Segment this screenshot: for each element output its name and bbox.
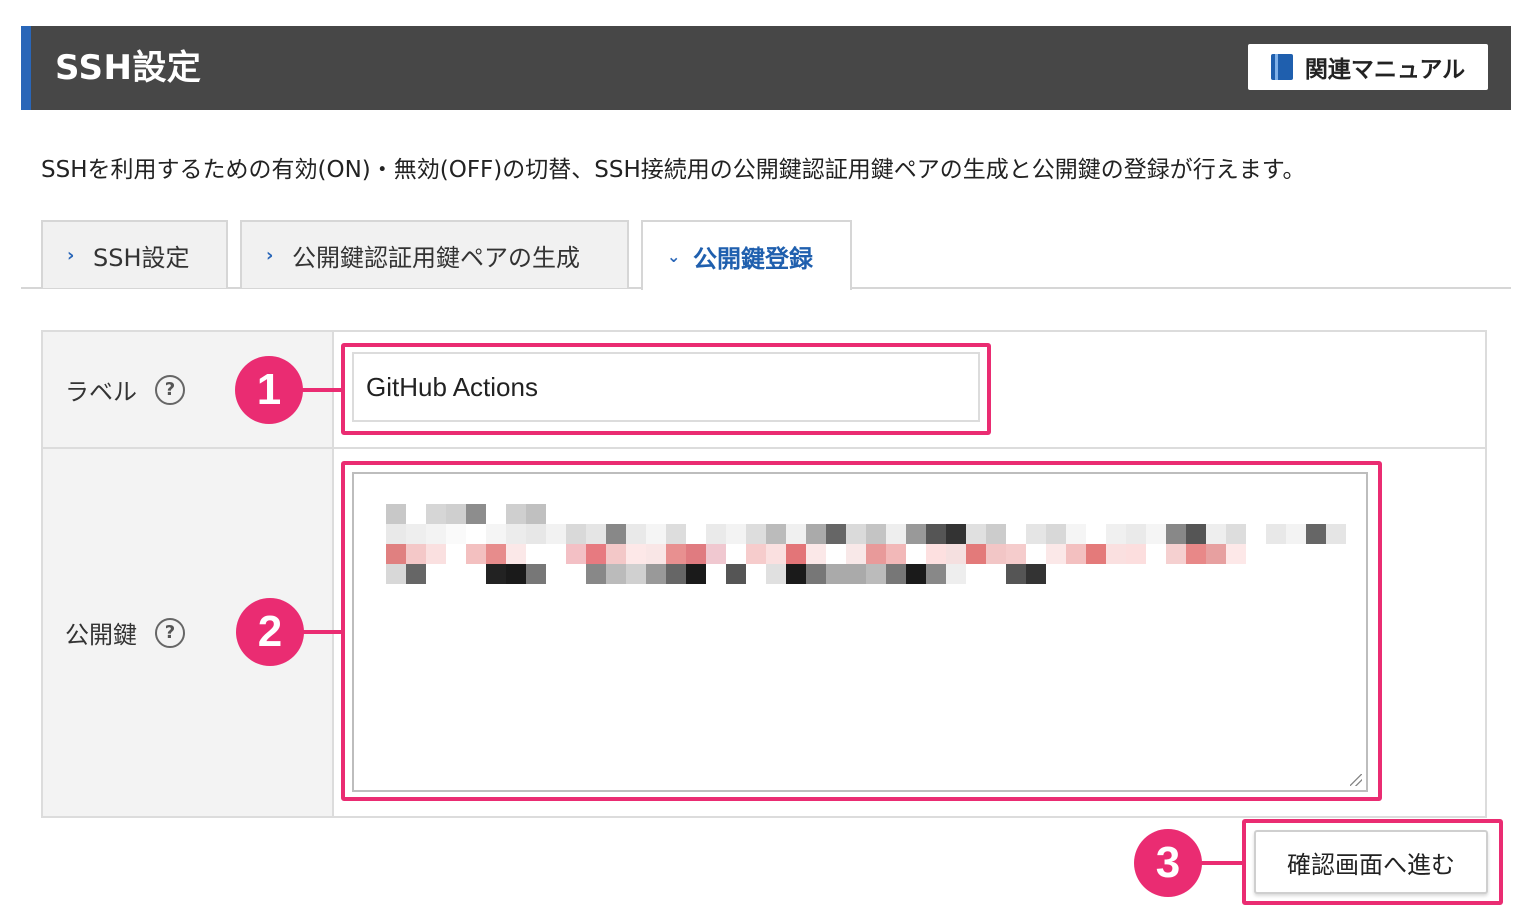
public-key-row-label: 公開鍵 ?: [65, 615, 185, 650]
book-icon: [1270, 54, 1293, 80]
chevron-down-icon: ⌄: [667, 246, 681, 266]
help-icon[interactable]: ?: [155, 617, 185, 648]
callout-connector-1: [300, 388, 344, 392]
tab-label: SSH設定: [93, 243, 190, 272]
label-field-label: ラベル: [65, 378, 137, 406]
callout-frame-2: [341, 461, 1382, 801]
callout-frame-3: [1242, 819, 1503, 905]
callout-frame-1: [341, 343, 991, 435]
help-icon[interactable]: ?: [155, 374, 185, 405]
callout-badge-1: 1: [235, 356, 303, 424]
callout-badge-2: 2: [236, 598, 304, 666]
tab-label: 公開鍵認証用鍵ペアの生成: [292, 243, 580, 272]
tab-label: 公開鍵登録: [693, 244, 813, 273]
page-description: SSHを利用するための有効(ON)・無効(OFF)の切替、SSH接続用の公開鍵認…: [41, 157, 1306, 183]
related-manual-button[interactable]: 関連マニュアル: [1248, 44, 1488, 90]
callout-badge-3: 3: [1134, 829, 1202, 897]
tab-public-key-registration[interactable]: ⌄ 公開鍵登録: [641, 220, 852, 290]
row-divider: [43, 447, 1485, 449]
label-row-label: ラベル ?: [65, 372, 185, 407]
tab-ssh-settings[interactable]: › SSH設定: [41, 220, 228, 288]
callout-connector-3: [1199, 861, 1245, 865]
page-title: SSH設定: [55, 48, 202, 88]
public-key-field-label: 公開鍵: [65, 621, 137, 649]
callout-connector-2: [300, 630, 344, 634]
related-manual-label: 関連マニュアル: [1304, 57, 1466, 83]
tab-keypair-generation[interactable]: › 公開鍵認証用鍵ペアの生成: [240, 220, 629, 288]
chevron-right-icon: ›: [266, 244, 274, 266]
page-header: SSH設定 関連マニュアル: [21, 26, 1511, 110]
chevron-right-icon: ›: [67, 244, 75, 266]
